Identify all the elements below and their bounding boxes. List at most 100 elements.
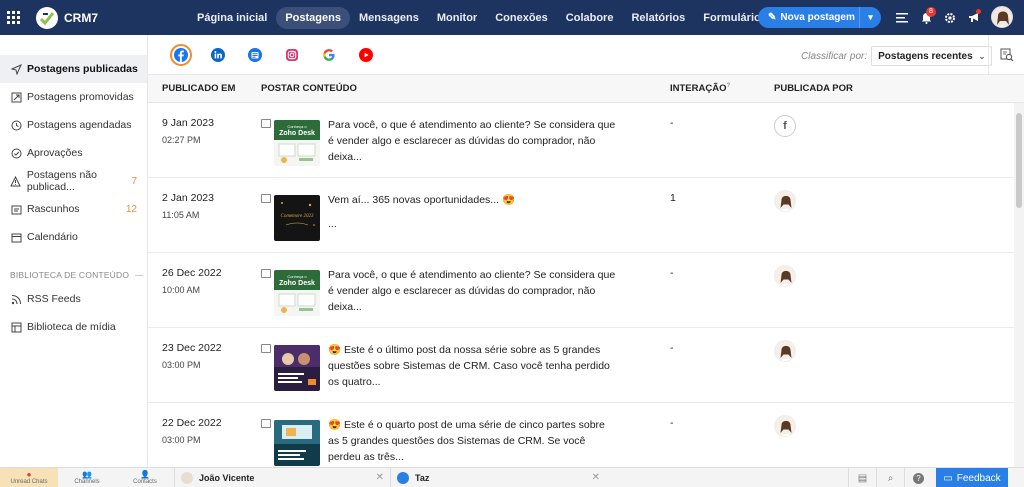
avatar[interactable]: [774, 415, 796, 437]
sidebar-item-label: Postagens não publicad...: [26, 169, 97, 193]
nav-item-1[interactable]: Postagens: [276, 6, 350, 29]
user-avatar[interactable]: [991, 6, 1013, 28]
table-row[interactable]: 26 Dec 2022 10:00 AM Conheça o Zoho Desk Par…: [148, 253, 1024, 328]
unread-chats-button[interactable]: ● Unread Chats: [0, 467, 58, 487]
check-circle-icon: [10, 147, 22, 159]
calendar-icon: [10, 231, 22, 243]
post-published-by: [774, 178, 974, 252]
sidebar-item-label: Postagens promovidas: [27, 91, 134, 103]
bottom-tools: ▤ ⌕ ? ▭ Feedback: [848, 468, 1008, 487]
main-content: Classificar por: Postagens recentes ⌄ PUB…: [148, 35, 1024, 467]
nav-item-5[interactable]: Colabore: [557, 7, 623, 29]
avatar[interactable]: [774, 340, 796, 362]
bell-icon[interactable]: 8: [914, 0, 938, 35]
nav-item-6[interactable]: Relatórios: [622, 7, 694, 29]
sidebar-item-check-circle[interactable]: Aprovações: [0, 139, 147, 167]
avatar[interactable]: [774, 265, 796, 287]
contacts-button[interactable]: 👤 Contacts: [116, 468, 174, 487]
post-thumbnail[interactable]: [274, 345, 320, 391]
post-thumbnail[interactable]: Comemore 2023: [274, 195, 320, 241]
table-row[interactable]: 9 Jan 2023 02:27 PM Conheça o Zoho Desk Para…: [148, 103, 1024, 178]
sidebar-item-label: Postagens publicadas: [27, 63, 138, 75]
post-content-cell[interactable]: 😍 Este é o quarto post de uma série de c…: [261, 403, 670, 467]
pencil-icon: ✎: [768, 12, 777, 23]
sort-dropdown[interactable]: Postagens recentes ⌄: [871, 46, 993, 66]
menu-list-icon[interactable]: [890, 0, 914, 35]
post-content-cell[interactable]: Conheça o Zoho Desk Para você, o que é ate…: [261, 253, 670, 327]
warning-icon: [10, 175, 22, 187]
post-interaction: 1: [670, 192, 676, 204]
table-row[interactable]: 2 Jan 2023 11:05 AM Comemore 2023 Vem aí...…: [148, 178, 1024, 253]
post-thumbnail[interactable]: Conheça o Zoho Desk: [274, 270, 320, 316]
post-text[interactable]: Vem aí... 365 novas oportunidades... 😍..…: [328, 192, 618, 252]
nav-item-2[interactable]: Mensagens: [350, 7, 428, 29]
sidebar-item-rss[interactable]: RSS Feeds: [0, 285, 147, 313]
sidebar-item-warning[interactable]: Postagens não publicad... 7: [0, 167, 147, 195]
instagram-icon[interactable]: [281, 44, 303, 66]
sidebar-item-label: Aprovações: [27, 147, 83, 159]
post-content-cell[interactable]: Conheça o Zoho Desk Para você, o que é ate…: [261, 103, 670, 177]
sidebar-item-label: Biblioteca de mídia: [27, 321, 116, 333]
chat-tab-joao[interactable]: João Vicente ✕: [174, 467, 390, 487]
post-date-cell: 26 Dec 2022 10:00 AM: [148, 253, 261, 327]
post-text[interactable]: Para você, o que é atendimento ao client…: [328, 117, 618, 177]
sort-value: Postagens recentes: [878, 50, 973, 62]
post-content-cell[interactable]: 😍 Este é o último post da nossa série so…: [261, 328, 670, 402]
search-icon[interactable]: ⌕: [876, 468, 904, 487]
sidebar-item-count: 12: [125, 203, 137, 215]
close-icon[interactable]: ✕: [592, 472, 600, 483]
sidebar-item-media-library[interactable]: Biblioteca de mídia: [0, 313, 147, 341]
gear-icon[interactable]: [938, 0, 962, 35]
google-business-icon[interactable]: [244, 44, 266, 66]
post-thumbnail[interactable]: [274, 420, 320, 466]
scrollbar-thumb[interactable]: [1016, 113, 1022, 208]
group-icon: 👥: [82, 470, 92, 479]
channels-button[interactable]: 👥 Channels: [58, 468, 116, 487]
post-time: 10:00 AM: [162, 285, 201, 295]
nav-item-4[interactable]: Conexões: [486, 7, 557, 29]
table-row[interactable]: 23 Dec 2022 03:00 PM 😍 Este é o último pos…: [148, 328, 1024, 403]
post-text[interactable]: 😍 Este é o último post da nossa série so…: [328, 342, 618, 402]
header-post-content: POSTAR CONTEÚDO: [261, 83, 357, 94]
post-thumbnail[interactable]: Conheça o Zoho Desk: [274, 120, 320, 166]
post-date: 22 Dec 2022: [162, 417, 222, 429]
post-text[interactable]: Para você, o que é atendimento ao client…: [328, 267, 618, 327]
avatar[interactable]: [774, 190, 796, 212]
post-published-by: [774, 403, 974, 467]
youtube-icon[interactable]: [355, 44, 377, 66]
table-row[interactable]: 22 Dec 2022 03:00 PM 😍 Este é o quarto pos…: [148, 403, 1024, 467]
scrollbar[interactable]: [1014, 103, 1024, 467]
chat-tab-taz[interactable]: Taz ✕: [390, 467, 606, 487]
sidebar-item-send[interactable]: Postagens publicadas: [0, 55, 147, 83]
post-interaction: -: [670, 267, 674, 279]
chevron-down-icon[interactable]: ▾: [859, 7, 881, 28]
new-post-button[interactable]: ✎ Nova postagem ▾: [758, 7, 881, 28]
help-icon[interactable]: ?: [904, 468, 932, 487]
post-text[interactable]: 😍 Este é o quarto post de uma série de c…: [328, 417, 618, 467]
image-post-icon: [261, 419, 271, 428]
brand[interactable]: CRM7: [36, 6, 174, 29]
megaphone-icon[interactable]: [962, 0, 986, 35]
sidebar-item-drafts[interactable]: Rascunhos 12: [0, 195, 147, 223]
linkedin-icon[interactable]: [207, 44, 229, 66]
post-date-cell: 23 Dec 2022 03:00 PM: [148, 328, 261, 402]
brand-name: CRM7: [64, 10, 99, 25]
nav-item-0[interactable]: Página inicial: [188, 7, 276, 29]
google-icon[interactable]: [318, 44, 340, 66]
search-preview-icon[interactable]: [988, 35, 1024, 75]
sidebar-item-calendar[interactable]: Calendário: [0, 223, 147, 251]
thumb-title: Zoho Desk: [279, 280, 315, 287]
sidebar-item-promote[interactable]: Postagens promovidas: [0, 83, 147, 111]
post-interaction: -: [670, 342, 674, 354]
nav-item-3[interactable]: Monitor: [428, 7, 486, 29]
post-content-cell[interactable]: Comemore 2023 Vem aí... 365 novas oportun…: [261, 178, 670, 252]
sidebar-item-clock[interactable]: Postagens agendadas: [0, 111, 147, 139]
header-published-on[interactable]: PUBLICADO EM: [148, 83, 261, 94]
feedback-button[interactable]: ▭ Feedback: [936, 468, 1008, 487]
facebook-icon[interactable]: [170, 43, 192, 66]
app-grid-icon[interactable]: [0, 0, 26, 35]
close-icon[interactable]: ✕: [376, 472, 384, 483]
clock-icon: [10, 119, 22, 131]
post-time: 02:27 PM: [162, 135, 201, 145]
news-icon[interactable]: ▤: [848, 468, 876, 487]
